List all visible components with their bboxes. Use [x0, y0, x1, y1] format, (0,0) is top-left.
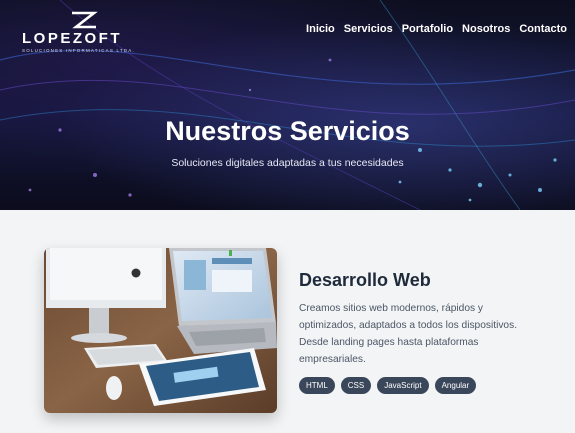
hero-banner: LOPEZOFT SOLUCIONES INFORMATICAS LTDA. I… [0, 0, 575, 210]
tag-javascript: JavaScript [377, 377, 429, 394]
tag-css: CSS [340, 377, 372, 394]
nav-link-portafolio[interactable]: Portafolio [402, 23, 453, 35]
brand-logo[interactable]: LOPEZOFT SOLUCIONES INFORMATICAS LTDA. [22, 10, 162, 53]
technology-tags: HTML CSS JavaScript Angular [299, 377, 477, 394]
nav-link-contacto[interactable]: Contacto [519, 23, 567, 35]
devices-photo-icon [44, 248, 277, 413]
service-title: Desarrollo Web [299, 270, 431, 290]
service-description: Creamos sitios web modernos, rápidos y o… [299, 303, 518, 365]
hero-title: Nuestros Servicios [165, 116, 410, 146]
brand-tagline: SOLUCIONES INFORMATICAS LTDA. [22, 48, 135, 53]
nav-link-nosotros[interactable]: Nosotros [462, 23, 510, 35]
nav-link-inicio[interactable]: Inicio [306, 23, 335, 35]
top-navigation-bar: LOPEZOFT SOLUCIONES INFORMATICAS LTDA. I… [0, 0, 575, 58]
hero-subtitle: Soluciones digitales adaptadas a tus nec… [171, 157, 404, 169]
logo-z-mark-icon [72, 11, 98, 29]
tag-angular: Angular [434, 377, 477, 394]
service-image [44, 248, 277, 413]
tag-html: HTML [299, 377, 335, 394]
brand-name: LOPEZOFT [22, 30, 122, 47]
nav-link-servicios[interactable]: Servicios [344, 23, 393, 35]
main-nav: Inicio Servicios Portafolio Nosotros Con… [306, 23, 567, 35]
